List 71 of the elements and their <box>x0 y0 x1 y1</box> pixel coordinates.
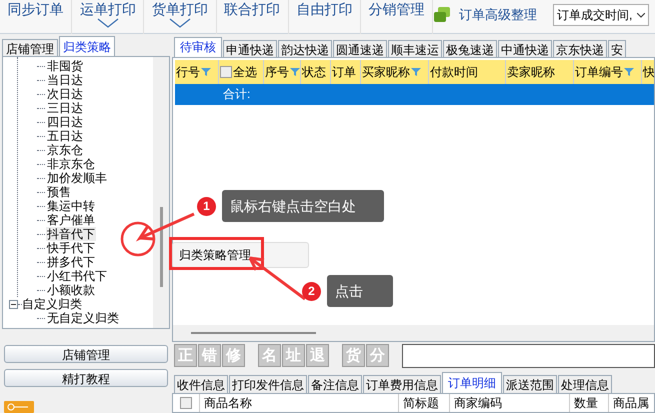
menu-item[interactable]: 归类策略管理 <box>179 246 251 264</box>
tree-item[interactable]: 客户催单 <box>46 213 96 227</box>
courier-tab[interactable]: 韵达快递 <box>278 40 332 57</box>
detail-tab[interactable]: 备注信息 <box>308 375 362 393</box>
tree-item[interactable]: 集运中转 <box>46 199 96 213</box>
detail-tab[interactable]: 订单明细 <box>442 372 502 393</box>
tree-item[interactable]: 三日达 <box>46 101 84 115</box>
panel-tab[interactable]: 店铺管理 <box>2 39 58 56</box>
chevron-down-icon <box>637 12 646 18</box>
courier-tab[interactable]: 申通快递 <box>223 40 277 57</box>
tree-item[interactable]: 小额收款 <box>46 283 96 297</box>
tree-item[interactable]: 自定义归类 <box>22 297 82 311</box>
detail-tab[interactable]: 订单费用信息 <box>363 375 441 393</box>
courier-tab[interactable]: 中通快递 <box>498 40 552 57</box>
chevron-down-icon[interactable] <box>168 18 191 28</box>
detail-tab[interactable]: 处理信息 <box>558 375 612 393</box>
checkbox[interactable] <box>180 397 192 409</box>
column-header[interactable]: 商品名称 <box>200 394 399 412</box>
toolbar-button[interactable]: 分销管理 <box>360 0 434 34</box>
tree-item[interactable]: 无自定义归类 <box>46 311 120 325</box>
checkbox[interactable] <box>220 66 232 78</box>
toolbar-button[interactable]: 货单打印 <box>144 0 217 34</box>
input-field[interactable] <box>402 344 655 368</box>
panel-button[interactable]: 店铺管理 <box>4 345 168 363</box>
tree-item[interactable]: 四日达 <box>46 115 84 129</box>
tree-item[interactable]: 预售 <box>46 185 72 199</box>
organize-button[interactable]: 订单高级整理 <box>459 5 538 25</box>
courier-tab[interactable]: 安 <box>608 40 626 57</box>
detail-tab[interactable]: 收件信息 <box>174 375 228 393</box>
tree-item[interactable]: 非囤货 <box>46 59 84 73</box>
column-header[interactable]: 数量 <box>570 394 609 412</box>
panel-tab[interactable]: 归类策略 <box>59 36 115 56</box>
callout-tooltip: 鼠标右键点击空白处 <box>222 190 384 222</box>
toolbar-button[interactable]: 运单打印 <box>72 0 144 34</box>
tree-item[interactable]: 拼多代下 <box>46 255 96 269</box>
detail-tab[interactable]: 派送范围 <box>503 375 557 393</box>
key-icon <box>4 401 34 413</box>
tree-item[interactable]: 抖音代下 <box>46 227 96 241</box>
tree-item[interactable]: 快手代下 <box>46 241 96 255</box>
courier-tab[interactable]: 极兔速递 <box>443 40 497 57</box>
sort-select[interactable]: 订单成交时间, <box>553 4 650 26</box>
tree-item[interactable]: 五日达 <box>46 129 84 143</box>
collapse-icon[interactable] <box>9 300 18 308</box>
courier-tab[interactable]: 京东快递 <box>553 40 607 57</box>
stacked-squares-icon[interactable] <box>433 7 452 23</box>
callout-tooltip: 点击 <box>327 275 393 307</box>
panel-button[interactable]: 精打教程 <box>4 369 168 387</box>
toolbar-button[interactable]: 同步订单 <box>0 0 72 34</box>
filter-icon[interactable] <box>624 66 634 77</box>
toolbar-button[interactable]: 自由打印 <box>288 0 361 34</box>
courier-tab[interactable]: 待审核 <box>174 36 222 57</box>
tree-item[interactable]: 京东仓 <box>46 143 84 157</box>
toolbar-button[interactable]: 联合打印 <box>216 0 289 34</box>
filter-icon[interactable] <box>201 66 211 77</box>
chevron-down-icon[interactable] <box>96 18 119 28</box>
tree-item[interactable]: 加价发顺丰 <box>46 171 108 185</box>
courier-tab[interactable]: 顺丰速运 <box>388 40 442 57</box>
total-label: 合计: <box>223 86 250 104</box>
detail-tab[interactable]: 打印发件信息 <box>229 375 307 393</box>
scrollbar[interactable] <box>191 332 316 334</box>
column-header[interactable]: 商家编码 <box>450 394 570 412</box>
tree-item[interactable]: 当日达 <box>46 73 84 87</box>
filter-icon[interactable] <box>411 66 421 77</box>
column-header[interactable]: 简标题 <box>399 394 450 412</box>
courier-tab[interactable]: 圆通速递 <box>333 40 387 57</box>
tree-item[interactable]: 非京东仓 <box>46 157 96 171</box>
tree-item[interactable]: 次日达 <box>46 87 84 101</box>
column-header[interactable]: 商品属 <box>609 394 655 412</box>
scrollbar[interactable] <box>153 57 169 328</box>
filter-icon[interactable] <box>290 66 300 77</box>
tree-item[interactable]: 小红书代下 <box>46 269 108 283</box>
